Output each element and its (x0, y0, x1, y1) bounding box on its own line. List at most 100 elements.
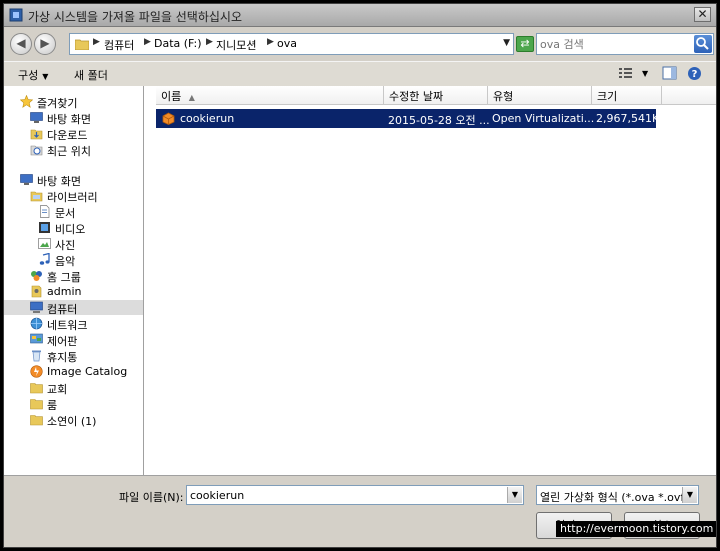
filetype-select[interactable]: 열린 가상화 형식 (*.ova *.ovf) ▼ (536, 485, 699, 505)
music-icon (39, 253, 50, 265)
sidebar-item-label: 라이브러리 (47, 191, 98, 204)
sidebar-item-label: 즐겨찾기 (37, 97, 78, 110)
sidebar-item[interactable]: 라이브러리 (4, 188, 143, 204)
recent-places-icon (30, 145, 43, 156)
table-row[interactable]: cookierun 2015-05-28 오전 ... Open Virtual… (156, 109, 667, 128)
sidebar-item[interactable]: 제어판 (4, 332, 143, 348)
file-open-dialog: 가상 시스템을 가져올 파일을 선택하십시오 ✕ ◀ ▶ ▶ 컴퓨터 ▶ Dat… (3, 3, 717, 548)
sidebar-item-label: 네트워크 (47, 319, 88, 332)
file-name: cookierun (180, 112, 235, 125)
sidebar-item[interactable]: 비디오 (4, 220, 143, 236)
filetype-value: 열린 가상화 형식 (*.ova *.ovf) (540, 491, 689, 504)
view-options-icon[interactable] (618, 66, 634, 80)
column-header-type[interactable]: 유형 (488, 86, 592, 105)
search-button[interactable] (694, 35, 712, 53)
close-icon: ✕ (697, 7, 708, 21)
sidebar-item[interactable]: 교회 (4, 380, 143, 396)
computer-icon (30, 301, 43, 313)
file-modified: 2015-05-28 오전 ... (388, 114, 490, 127)
sidebar-item-label: 바탕 화면 (47, 113, 91, 126)
file-list[interactable]: 이름 ▲ 수정한 날짜 유형 크기 cookierun 2015-05-28 오… (144, 86, 716, 475)
organize-label: 구성 (18, 69, 39, 82)
picture-icon (38, 238, 51, 249)
sidebar-item-label: 룸 (47, 399, 58, 412)
sidebar-item[interactable]: 음악 (4, 252, 143, 268)
desktop-icon (20, 174, 33, 185)
forward-arrow-icon: ▶ (40, 36, 50, 50)
chevron-down-icon[interactable]: ▼ (507, 487, 522, 503)
sidebar-item[interactable]: 문서 (4, 204, 143, 220)
column-header-name[interactable]: 이름 ▲ (156, 86, 384, 105)
sidebar-item[interactable]: 다운로드 (4, 126, 143, 142)
new-folder-button[interactable]: 새 폴더 (74, 67, 108, 83)
filename-label: 파일 이름(N): (119, 491, 184, 504)
window-title: 가상 시스템을 가져올 파일을 선택하십시오 (28, 10, 242, 24)
user-icon (31, 285, 42, 298)
chevron-down-icon[interactable]: ▼ (682, 487, 697, 503)
preview-pane-icon[interactable] (662, 66, 677, 80)
sidebar-item-label: 문서 (55, 207, 76, 220)
sidebar-item-label: 제어판 (47, 335, 78, 348)
help-icon[interactable]: ? (687, 66, 702, 81)
sidebar-item[interactable]: 소연이 (1) (4, 412, 143, 428)
library-icon (30, 191, 43, 202)
refresh-button[interactable]: ⇄ (516, 36, 534, 52)
folder-icon (30, 399, 43, 410)
sidebar-item[interactable]: 즐겨찾기 (4, 94, 143, 110)
breadcrumb[interactable]: ▶ 컴퓨터 ▶ Data (F:) ▶ 지니모션 ▶ ova ▼ (69, 33, 514, 55)
folder-icon (30, 383, 43, 394)
sidebar-item[interactable]: 바탕 화면 (4, 110, 143, 126)
sidebar-item[interactable]: Image Catalog (4, 364, 143, 379)
search-box[interactable] (536, 33, 714, 55)
breadcrumb-arrow-icon[interactable]: ▶ (206, 37, 213, 47)
sidebar-item-label: Image Catalog (47, 365, 128, 378)
recycle-bin-icon (32, 350, 41, 362)
sidebar-item[interactable]: 컴퓨터 (4, 300, 143, 316)
refresh-icon: ⇄ (520, 37, 530, 50)
sidebar-item[interactable]: 홈 그룹 (4, 268, 143, 284)
virtualbox-app-icon (9, 8, 23, 22)
breadcrumb-genymotion[interactable]: 지니모션 (216, 37, 256, 53)
title-bar[interactable]: 가상 시스템을 가져올 파일을 선택하십시오 ✕ (4, 4, 716, 27)
breadcrumb-arrow-icon[interactable]: ▶ (144, 37, 151, 47)
sidebar-item[interactable]: 사진 (4, 236, 143, 252)
breadcrumb-computer[interactable]: 컴퓨터 (104, 37, 134, 53)
sidebar-item-label: 교회 (47, 383, 68, 396)
back-button[interactable]: ◀ (10, 33, 32, 55)
navigation-pane[interactable]: 즐겨찾기 바탕 화면 다운로드 최근 위치 바탕 화면 라이브러리 문서 비디오 사진 음악 홈 그… (4, 86, 144, 475)
sidebar-item[interactable]: 휴지통 (4, 348, 143, 364)
breadcrumb-arrow-icon[interactable]: ▶ (93, 37, 100, 47)
filename-combobox[interactable]: ▼ (186, 485, 524, 505)
sidebar-item[interactable]: 룸 (4, 396, 143, 412)
address-bar: ◀ ▶ ▶ 컴퓨터 ▶ Data (F:) ▶ 지니모션 ▶ ova ▼ ⇄ (4, 27, 716, 61)
close-button[interactable]: ✕ (694, 7, 711, 22)
homegroup-icon (31, 271, 42, 281)
sidebar-item[interactable]: 최근 위치 (4, 142, 143, 158)
column-name-label: 이름 (161, 90, 182, 103)
search-input[interactable] (540, 36, 688, 52)
filename-input[interactable] (190, 488, 500, 502)
command-bar: 구성 ▼ 새 폴더 ▼ ? (4, 61, 716, 87)
column-header-size[interactable]: 크기 (592, 86, 662, 105)
breadcrumb-drive[interactable]: Data (F:) (154, 37, 202, 50)
chevron-down-icon: ▼ (42, 72, 49, 81)
breadcrumb-ova[interactable]: ova (277, 37, 297, 50)
chevron-down-icon[interactable]: ▼ (642, 69, 648, 78)
svg-text:?: ? (692, 69, 698, 80)
sidebar-item[interactable]: admin (4, 284, 143, 299)
sidebar-item-label: 비디오 (55, 223, 86, 236)
column-header-date[interactable]: 수정한 날짜 (384, 86, 488, 105)
sidebar-item[interactable]: 바탕 화면 (4, 172, 143, 188)
sidebar-item-label: 사진 (55, 239, 76, 252)
ova-package-icon (162, 112, 175, 125)
sidebar-item-label: 바탕 화면 (37, 175, 81, 188)
sidebar-item-label: 다운로드 (47, 129, 88, 142)
forward-button[interactable]: ▶ (34, 33, 56, 55)
star-icon (20, 95, 33, 108)
sidebar-item-label: 휴지통 (47, 351, 78, 364)
chevron-down-icon[interactable]: ▼ (503, 38, 510, 48)
column-header-filler (662, 86, 716, 105)
breadcrumb-arrow-icon[interactable]: ▶ (267, 37, 274, 47)
organize-button[interactable]: 구성 ▼ (18, 67, 48, 83)
sidebar-item[interactable]: 네트워크 (4, 316, 143, 332)
